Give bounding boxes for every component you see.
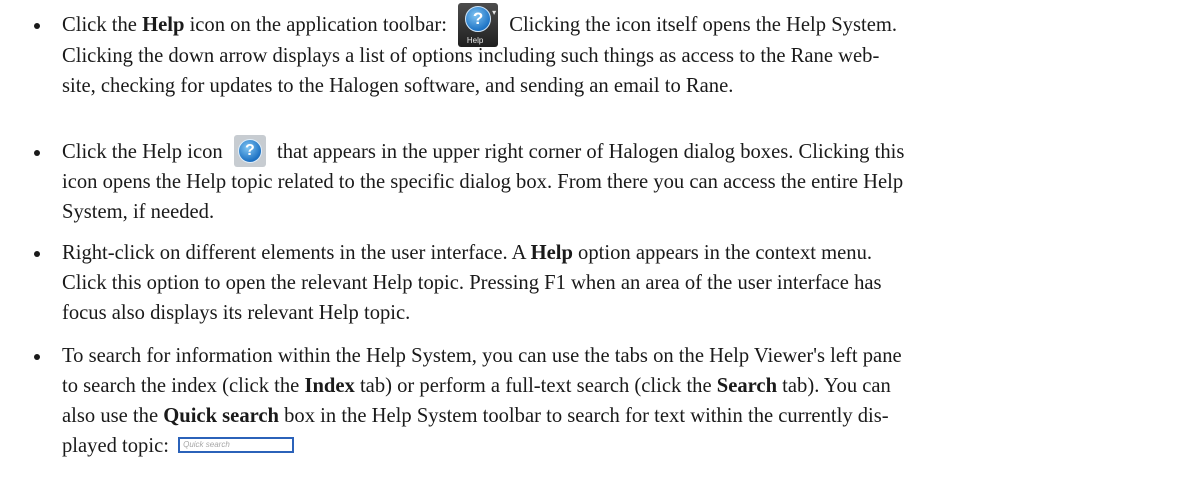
text-span: Click the: [62, 14, 143, 36]
bold-term-search: Search: [716, 375, 778, 397]
question-mark-icon: ?: [465, 6, 492, 33]
list-item-toolbar-help: Click the Help icon on the application t…: [34, 3, 1172, 101]
text-line: site, checking for updates to the Haloge…: [62, 75, 734, 98]
toolbar-help-caption: Help: [466, 36, 484, 46]
quick-search-input[interactable]: Quick search: [178, 437, 295, 454]
text-line: also use the Quick search box in the Hel…: [62, 401, 1172, 431]
text-span: Click the Help icon: [62, 141, 228, 163]
text-span: box in the Help System toolbar to search…: [278, 405, 889, 427]
text-line: Click the Help icon ? that appears in th…: [62, 135, 1172, 168]
text-line: Right-click on different elements in the…: [62, 238, 1172, 268]
text-span: to search the index (click the: [62, 375, 305, 397]
text-span: icon on the application toolbar:: [184, 14, 453, 36]
text-line: played topic: Quick search: [62, 431, 1172, 461]
bold-term-index: Index: [304, 375, 355, 397]
text-span: that appears in the upper right corner o…: [271, 141, 905, 163]
chevron-down-icon[interactable]: ▾: [492, 9, 496, 17]
text-span: Clicking the icon itself opens the Help …: [504, 14, 898, 36]
text-line: Click this option to open the relevant H…: [62, 272, 882, 294]
bold-term-quick-search: Quick search: [163, 405, 279, 427]
dialog-help-button-icon[interactable]: ?: [233, 135, 266, 168]
text-line: To search for information within the Hel…: [62, 345, 902, 367]
text-line: icon opens the Help topic related to the…: [62, 171, 904, 194]
list-item-dialog-help: Click the Help icon ? that appears in th…: [34, 135, 1172, 227]
bold-term-help: Help: [142, 14, 185, 36]
list-item-right-click-help: Right-click on different elements in the…: [34, 238, 1172, 328]
text-line: to search the index (click the Index tab…: [62, 371, 1172, 401]
bold-term-help: Help: [530, 242, 573, 264]
toolbar-help-button-icon[interactable]: ? Help ▾: [458, 3, 499, 48]
text-span: also use the: [62, 405, 164, 427]
help-document: Click the Help icon on the application t…: [0, 0, 1190, 481]
question-mark-icon: ?: [237, 139, 262, 164]
text-span: tab). You can: [777, 375, 891, 397]
text-span: played topic:: [62, 435, 175, 457]
text-line: System, if needed.: [62, 201, 215, 224]
text-span: option appears in the context menu.: [572, 242, 873, 264]
text-line: Click the Help icon on the application t…: [62, 3, 1172, 48]
text-span: tab) or perform a full-text search (clic…: [354, 375, 717, 397]
text-span: Right-click on different elements in the…: [62, 242, 531, 264]
text-line: focus also displays its relevant Help to…: [62, 302, 411, 324]
text-line: Clicking the down arrow displays a list …: [62, 45, 880, 68]
list-item-search-help: To search for information within the Hel…: [34, 341, 1172, 461]
